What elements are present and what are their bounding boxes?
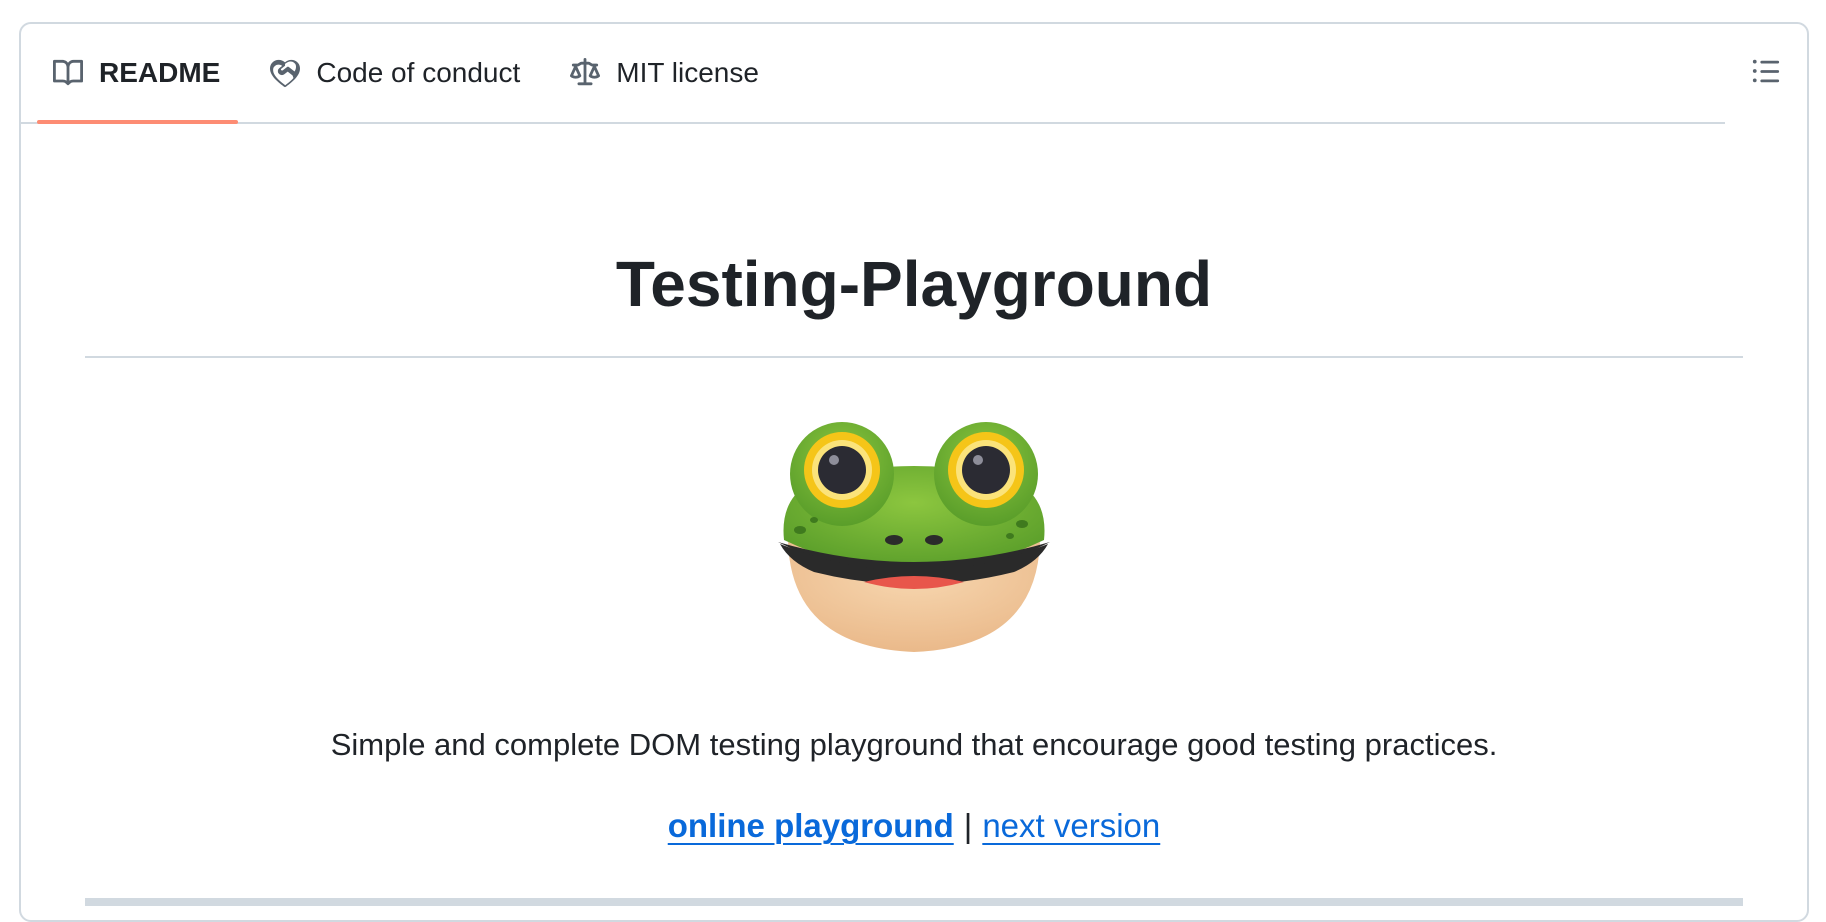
readme-title: Testing-Playground: [615, 248, 1213, 320]
tab-readme[interactable]: README: [37, 24, 239, 124]
tab-code-of-conduct-label: Code of conduct: [316, 57, 521, 88]
law-icon: [570, 58, 601, 88]
tab-mit-license[interactable]: MIT license: [554, 24, 777, 122]
next-version-link[interactable]: next version: [982, 807, 1160, 844]
link-separator: |: [963, 807, 973, 844]
readme-panel: README Code of conduct MIT license Testi…: [19, 22, 1809, 922]
frog-icon: [774, 412, 1054, 662]
readme-links: online playground | next version: [85, 806, 1743, 846]
book-icon: [53, 58, 83, 88]
readme-description: Simple and complete DOM testing playgrou…: [330, 727, 1498, 762]
section-divider: [85, 898, 1743, 906]
tab-list: README Code of conduct MIT license: [37, 24, 793, 124]
title-divider: [85, 356, 1743, 358]
online-playground-link[interactable]: online playground: [668, 807, 954, 844]
outline-button[interactable]: [1743, 50, 1789, 96]
tab-mit-license-label: MIT license: [616, 57, 759, 88]
tab-code-of-conduct[interactable]: Code of conduct: [254, 24, 538, 122]
list-unordered-icon: [1751, 56, 1781, 91]
code-of-conduct-icon: [270, 58, 301, 88]
tab-readme-label: README: [99, 57, 221, 88]
readme-tab-bar: README Code of conduct MIT license: [21, 24, 1725, 124]
